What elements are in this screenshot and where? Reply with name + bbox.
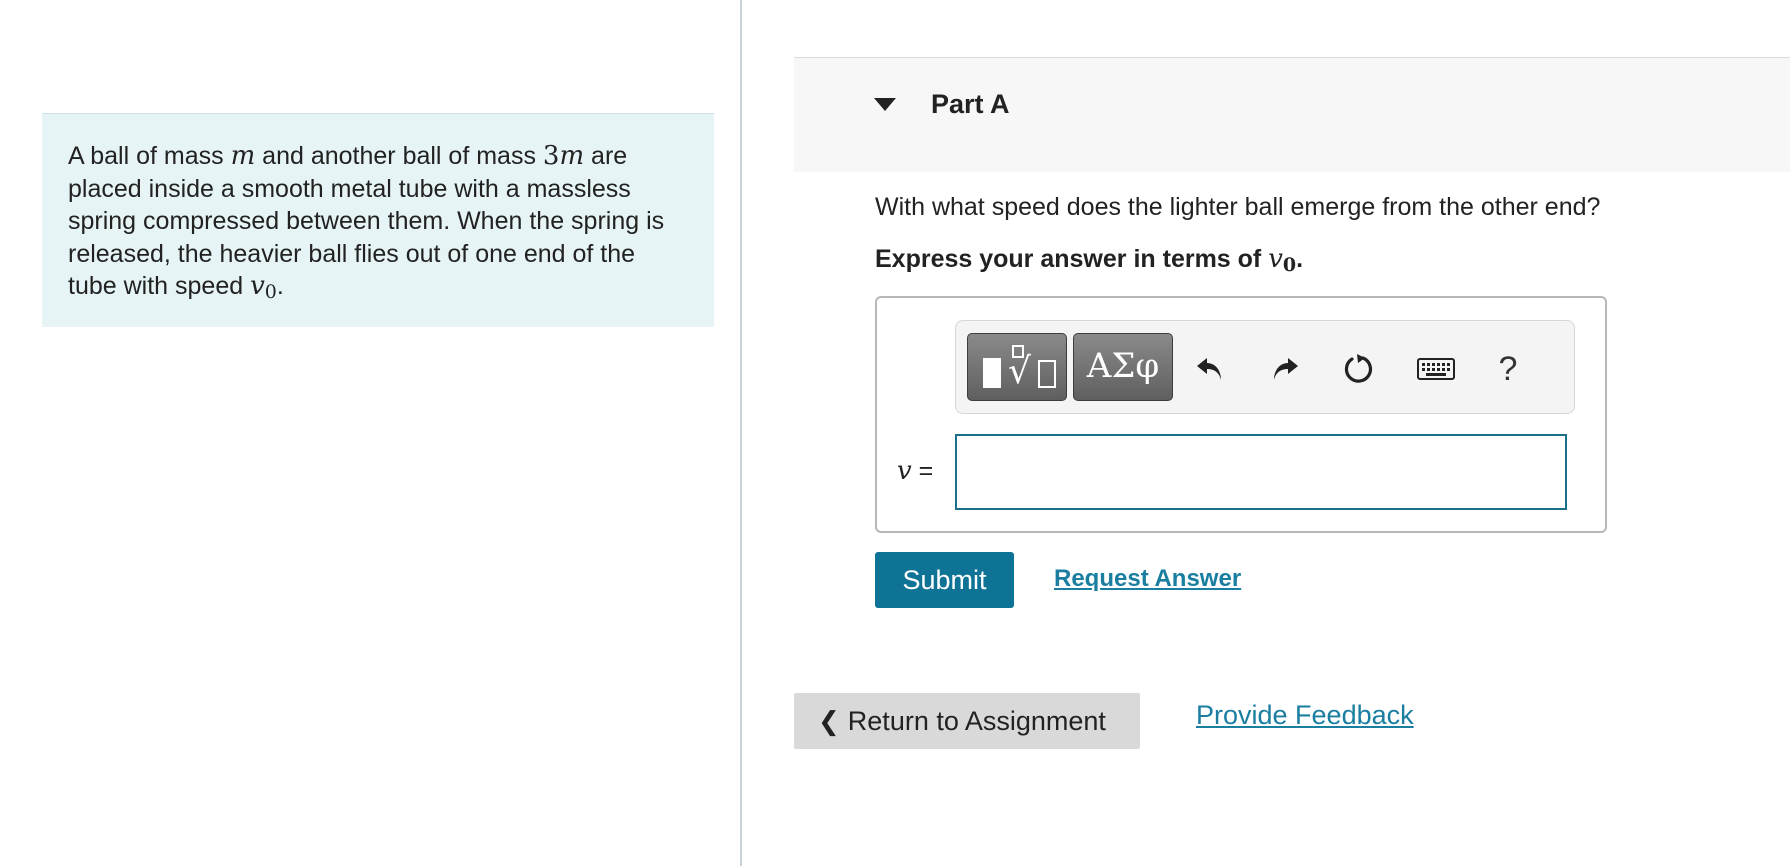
answer-box: √ ΑΣφ ? v = (875, 296, 1607, 533)
mass-coefficient: 3 (542, 141, 560, 171)
right-pane: Part A With what speed does the lighter … (742, 0, 1790, 866)
answer-input[interactable] (955, 434, 1567, 510)
provide-feedback-link[interactable]: Provide Feedback (1196, 700, 1414, 731)
reset-icon (1344, 354, 1373, 383)
mass-variable-2: m (559, 141, 585, 171)
instruction-prefix: Express your answer in terms of (875, 245, 1269, 273)
submit-button[interactable]: Submit (875, 552, 1014, 608)
instruction-subscript: 0 (1282, 254, 1297, 276)
undo-icon (1197, 358, 1221, 380)
greek-symbols-button[interactable]: ΑΣφ (1073, 333, 1173, 401)
answer-variable: v (897, 456, 912, 486)
speed-subscript: 0 (264, 281, 277, 303)
answer-variable-label: v = (897, 456, 933, 486)
return-to-assignment-button[interactable]: ❮ Return to Assignment (794, 693, 1140, 749)
speed-variable: v (250, 271, 265, 301)
part-header[interactable]: Part A (794, 57, 1790, 172)
reset-button[interactable] (1337, 347, 1381, 391)
chevron-left-icon: ❮ (818, 705, 840, 736)
answer-instruction: Express your answer in terms of v0. (875, 244, 1303, 276)
problem-text-1: A ball of mass (68, 142, 231, 170)
problem-statement: A ball of mass m and another ball of mas… (42, 113, 714, 327)
question-text: With what speed does the lighter ball em… (875, 193, 1601, 221)
math-toolbar: √ ΑΣφ ? (955, 320, 1575, 414)
instruction-suffix: . (1296, 245, 1304, 273)
greek-symbols-icon: ΑΣφ (1086, 346, 1160, 386)
collapse-caret-icon[interactable] (874, 98, 896, 111)
undo-button[interactable] (1188, 347, 1232, 391)
return-label: Return to Assignment (847, 705, 1106, 736)
left-pane: A ball of mass m and another ball of mas… (0, 0, 740, 866)
keyboard-button[interactable] (1414, 347, 1458, 391)
part-title: Part A (931, 89, 1010, 119)
help-button[interactable]: ? (1486, 347, 1530, 391)
mass-variable: m (230, 141, 256, 171)
templates-button[interactable]: √ (967, 333, 1067, 401)
keyboard-icon (1417, 358, 1455, 380)
instruction-variable: v (1268, 244, 1283, 274)
redo-icon (1274, 358, 1298, 380)
help-icon: ? (1498, 349, 1518, 388)
redo-button[interactable] (1263, 347, 1307, 391)
equals-sign: = (911, 457, 934, 485)
problem-text-4: . (276, 272, 284, 300)
request-answer-link[interactable]: Request Answer (1054, 565, 1241, 593)
problem-text-2: and another ball of mass (255, 142, 543, 170)
